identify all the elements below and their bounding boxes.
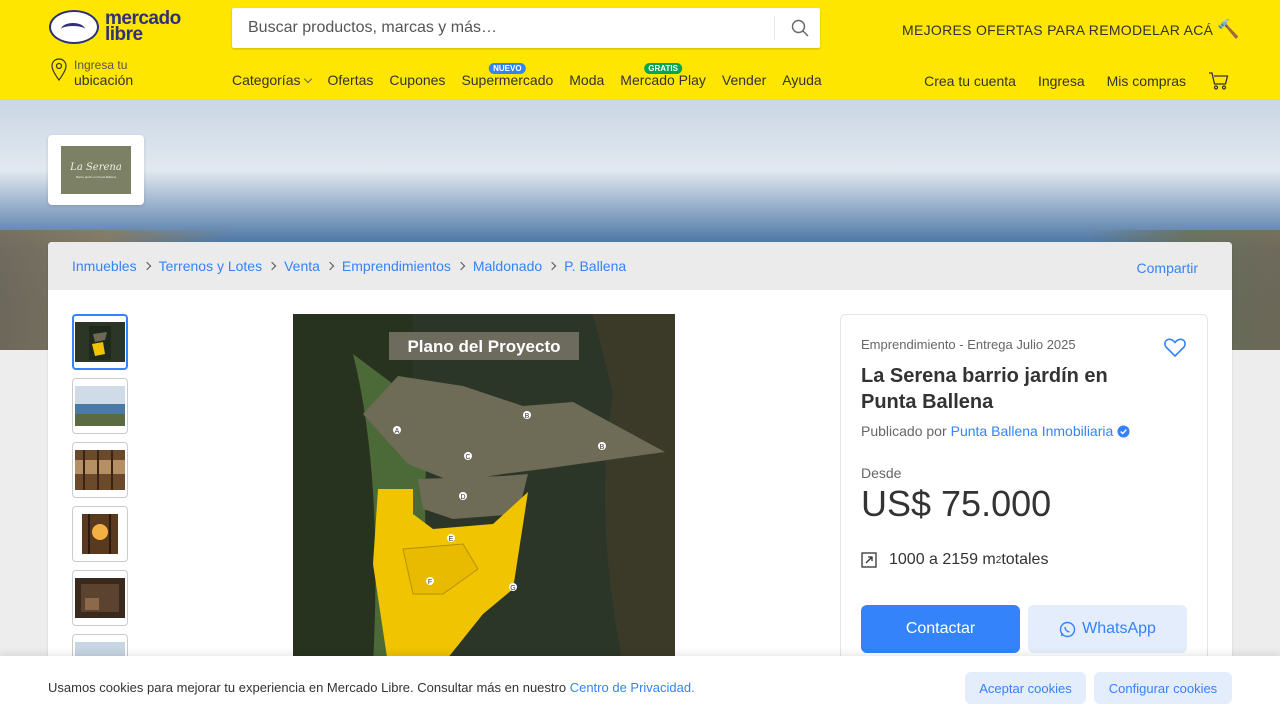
listing-card: Inmuebles Terrenos y Lotes Venta Emprend… [48, 242, 1232, 720]
whatsapp-icon [1059, 621, 1076, 637]
hammer-icon: 🔨 [1217, 19, 1240, 39]
thumbnail-coast[interactable] [72, 378, 128, 434]
nav-label: Mercado Play [620, 72, 706, 88]
listing-title: La Serena barrio jardín en Punta Ballena [861, 365, 1108, 413]
breadcrumb-maldonado[interactable]: Maldonado [473, 258, 542, 274]
search-icon [791, 19, 809, 37]
thumbnail-plan[interactable] [72, 314, 128, 370]
chevron-right-icon [267, 261, 277, 271]
location-pin-icon [51, 58, 67, 81]
privacy-center-link[interactable]: Centro de Privacidad. [570, 680, 695, 695]
accept-cookies-button[interactable]: Aceptar cookies [965, 672, 1086, 704]
project-plan-image: Plano del Proyecto A B C D E F G B [293, 314, 675, 664]
header: mercado libre MEJORES OFERTAS PARA REMOD… [0, 0, 1280, 100]
lot-label-f: F [428, 579, 432, 586]
nav-cupones[interactable]: Cupones [389, 72, 445, 88]
login-link[interactable]: Ingresa [1038, 73, 1085, 89]
search-input[interactable] [248, 8, 768, 48]
thumbnail-list [72, 314, 128, 698]
cart-icon[interactable] [1208, 72, 1230, 90]
chevron-down-icon [304, 74, 313, 84]
publisher-info: Publicado por Punta Ballena Inmobiliaria [861, 423, 1130, 439]
store-logo[interactable]: La Serena Barrio jardín en Punta Ballena [48, 135, 144, 205]
search-bar [232, 8, 820, 48]
breadcrumb-terrenos[interactable]: Terrenos y Lotes [159, 258, 263, 274]
breadcrumb: Inmuebles Terrenos y Lotes Venta Emprend… [48, 242, 1232, 290]
lot-label-g: G [510, 585, 515, 592]
cookie-banner: Usamos cookies para mejorar tu experienc… [0, 656, 1280, 720]
nav-ayuda[interactable]: Ayuda [782, 72, 821, 88]
mercadolibre-logo[interactable]: mercado libre [49, 9, 181, 45]
location-label: ubicación [74, 72, 134, 88]
thumbnail-interior[interactable] [72, 570, 128, 626]
breadcrumb-venta[interactable]: Venta [284, 258, 320, 274]
nav-label: Ofertas [327, 72, 374, 88]
main-nav: Categorías Ofertas Cupones NUEVO Supermer… [232, 63, 838, 88]
nav-label: Categorías [232, 72, 301, 88]
nav-supermercado[interactable]: NUEVO Supermercado [461, 63, 554, 88]
chevron-right-icon [142, 261, 151, 271]
price: US$ 75.000 [861, 483, 1052, 524]
handshake-icon [49, 10, 99, 44]
configure-cookies-button[interactable]: Configurar cookies [1094, 672, 1232, 704]
main-image[interactable]: Plano del Proyecto A B C D E F G B [293, 314, 675, 664]
area-info: 1000 a 2159 m2 totales [861, 551, 1048, 569]
price-from-label: Desde [861, 465, 902, 481]
search-divider [774, 16, 775, 40]
nav-mercado-play[interactable]: GRATIS Mercado Play [620, 63, 706, 88]
nav-label: Ayuda [782, 72, 822, 88]
account-nav: Crea tu cuenta Ingresa Mis compras [902, 72, 1230, 90]
heart-icon[interactable] [1163, 335, 1187, 359]
area-range: 1000 a 2159 m [889, 551, 996, 568]
listing-subtitle: Emprendimiento - Entrega Julio 2025 [861, 337, 1076, 352]
whatsapp-label: WhatsApp [1082, 620, 1156, 637]
lot-label-c: C [465, 454, 470, 461]
cookie-text: Usamos cookies para mejorar tu experienc… [48, 680, 570, 695]
location-selector[interactable]: Ingresa tu ubicación [50, 58, 133, 88]
nav-ofertas[interactable]: Ofertas [327, 72, 373, 88]
lot-label-a: A [395, 428, 400, 435]
plan-title: Plano del Proyecto [407, 337, 560, 356]
lot-label-b: B [525, 413, 530, 420]
logo-text-line2: libre [105, 24, 143, 45]
nav-label: Supermercado [461, 72, 554, 88]
area-suffix: totales [1001, 551, 1049, 568]
thumbnail-sunset-forest[interactable] [72, 506, 128, 562]
contact-button[interactable]: Contactar [861, 605, 1020, 653]
nav-categorias[interactable]: Categorías [232, 72, 313, 88]
nav-label: Cupones [389, 72, 446, 88]
area-icon [861, 552, 877, 568]
nav-vender[interactable]: Vender [722, 72, 766, 88]
search-button[interactable] [780, 8, 820, 48]
chevron-right-icon [325, 261, 335, 271]
breadcrumb-punta-ballena[interactable]: P. Ballena [564, 258, 626, 274]
store-tagline: Barrio jardín en Punta Ballena [75, 174, 117, 179]
signup-link[interactable]: Crea tu cuenta [924, 73, 1016, 89]
publisher-link[interactable]: Punta Ballena Inmobiliaria [951, 423, 1114, 439]
nav-label: Vender [721, 72, 767, 88]
purchases-link[interactable]: Mis compras [1107, 73, 1186, 89]
whatsapp-button[interactable]: WhatsApp [1028, 605, 1187, 653]
free-badge: GRATIS [644, 63, 682, 74]
chevron-right-icon [547, 261, 557, 271]
breadcrumb-emprendimientos[interactable]: Emprendimientos [342, 258, 451, 274]
nav-moda[interactable]: Moda [569, 72, 604, 88]
breadcrumb-inmuebles[interactable]: Inmuebles [72, 258, 137, 274]
lot-label-d: D [460, 494, 465, 501]
lot-label-b2: B [600, 444, 605, 451]
store-brand: La Serena [70, 161, 122, 173]
chevron-right-icon [456, 261, 466, 271]
new-badge: NUEVO [489, 63, 526, 74]
verified-badge-icon [1117, 424, 1130, 438]
nav-label: Moda [569, 72, 605, 88]
location-label-small: Ingresa tu [74, 58, 128, 72]
promo-text: MEJORES OFERTAS PARA REMODELAR ACÁ [902, 21, 1214, 38]
published-by-label: Publicado por [861, 423, 947, 439]
share-link[interactable]: Compartir [1137, 260, 1198, 276]
lot-label-e: E [449, 536, 454, 543]
promo-banner-link[interactable]: MEJORES OFERTAS PARA REMODELAR ACÁ 🔨 [902, 19, 1240, 40]
thumbnail-forest[interactable] [72, 442, 128, 498]
